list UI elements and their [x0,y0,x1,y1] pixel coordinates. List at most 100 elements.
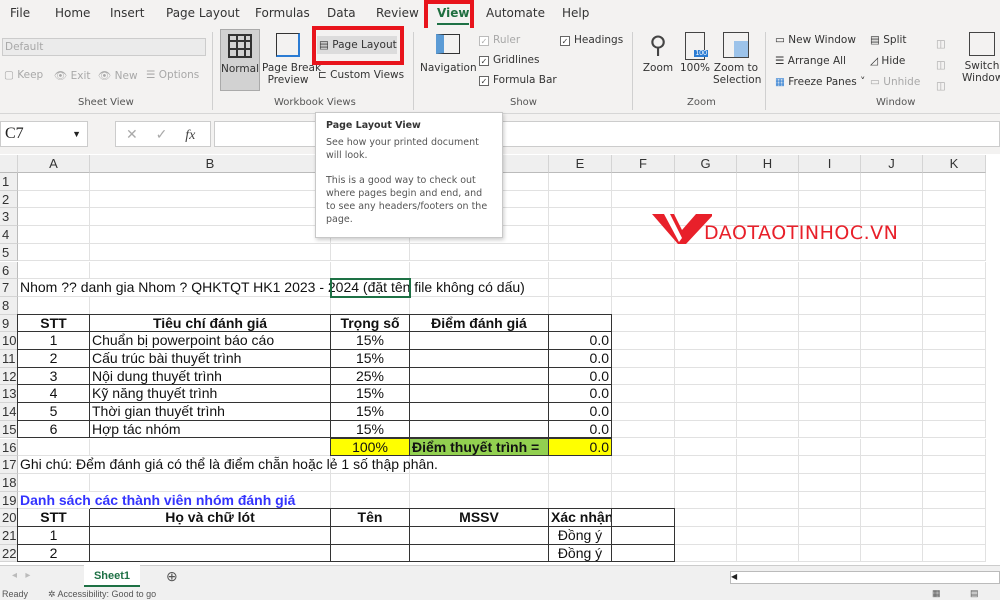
cell-E20[interactable]: Xác nhận [548,508,612,527]
cell-K2[interactable] [923,190,986,209]
cell-J12[interactable] [861,367,923,386]
cell-B22[interactable] [89,543,331,563]
cell-I13[interactable] [799,385,861,404]
cell-C6[interactable] [331,261,410,280]
cell-K6[interactable] [923,261,986,280]
new-button[interactable]: 👁 New [98,69,138,82]
cell-F13[interactable] [612,385,675,404]
cell-I11[interactable] [799,350,861,368]
cell-E5[interactable] [549,243,612,262]
cell-E14[interactable]: 0.0 [548,402,612,421]
cell-E1[interactable] [549,173,612,191]
normal-view-status-icon[interactable]: ▦ [932,588,941,599]
cell-F21[interactable] [612,527,675,545]
cell-C8[interactable] [331,296,410,315]
cell-B12[interactable]: Nội dung thuyết trình [89,366,331,386]
cell-A9[interactable]: STT [17,313,90,333]
ruler-checkbox[interactable]: ✓ Ruler [479,34,520,46]
cell-F17[interactable] [612,456,675,474]
cell-D11[interactable] [409,349,549,368]
row-header-16[interactable]: 16 [0,438,18,457]
hide-button[interactable]: ◿ Hide [870,55,905,67]
cell-E8[interactable] [549,296,612,315]
cell-A3[interactable] [18,208,90,227]
cell-J18[interactable] [861,473,923,492]
sheet-tab-sheet1[interactable]: Sheet1 [84,565,140,587]
cell-B6[interactable] [90,261,331,280]
cell-K8[interactable] [923,296,986,315]
cell-I19[interactable] [799,491,861,510]
exit-button[interactable]: 👁 Exit [54,69,91,82]
row-header-5[interactable]: 5 [0,243,18,262]
row-header-10[interactable]: 10 [0,332,18,350]
cell-D14[interactable] [409,402,549,421]
cell-E22[interactable]: Đồng ý [548,543,612,563]
cell-I15[interactable] [799,420,861,439]
row-header-11[interactable]: 11 [0,350,18,368]
column-header-J[interactable]: J [861,155,923,173]
arrange-all-button[interactable]: ☰ Arrange All [775,55,846,67]
cell-K17[interactable] [923,456,986,474]
cell-K21[interactable] [923,527,986,545]
cell-I18[interactable] [799,473,861,492]
cell-F16[interactable] [612,438,675,457]
row-header-20[interactable]: 20 [0,509,18,527]
cell-B3[interactable] [90,208,331,227]
cell-J5[interactable] [861,243,923,262]
cell-K5[interactable] [923,243,986,262]
row-header-2[interactable]: 2 [0,190,18,209]
cell-E15[interactable]: 0.0 [548,419,612,439]
cell-C21[interactable] [330,526,410,545]
enter-icon[interactable]: ✓ [156,126,168,142]
cell-K3[interactable] [923,208,986,227]
cell-J10[interactable] [861,332,923,350]
page-break-preview-button[interactable]: Page Break Preview [262,29,321,91]
cell-B18[interactable] [90,473,331,492]
row-header-22[interactable]: 22 [0,544,18,563]
cell-K13[interactable] [923,385,986,404]
cell-H5[interactable] [737,243,799,262]
cell-F15[interactable] [612,420,675,439]
cell-A18[interactable] [18,473,90,492]
cell-I5[interactable] [799,243,861,262]
normal-view-button[interactable]: Normal [220,29,260,91]
split-button[interactable]: ▤ Split [870,34,907,46]
cell-B14[interactable]: Thời gian thuyết trình [89,402,331,421]
cell-G16[interactable] [675,438,737,457]
cell-A4[interactable] [18,226,90,244]
cell-F14[interactable] [612,403,675,421]
row-header-17[interactable]: 17 [0,456,18,474]
freeze-panes-button[interactable]: ▦ Freeze Panes ˅ [775,76,865,88]
cell-K4[interactable] [923,226,986,244]
cell-B1[interactable] [90,173,331,191]
column-header-G[interactable]: G [675,155,737,173]
cell-E2[interactable] [549,190,612,209]
cell-A6[interactable] [18,261,90,280]
cell-K14[interactable] [923,403,986,421]
cell-K9[interactable] [923,314,986,333]
cell-D9[interactable]: Điểm đánh giá [409,313,549,333]
cell-G6[interactable] [675,261,737,280]
keep-button[interactable]: ▢ Keep [4,69,43,81]
cell-E16[interactable]: 0.0 [548,437,612,457]
cell-A1[interactable] [18,173,90,191]
cell-B10[interactable]: Chuẩn bị powerpoint báo cáo [89,331,331,350]
cell-A11[interactable]: 2 [17,349,90,368]
options-button[interactable]: ☰ Options [146,69,199,81]
cell-H16[interactable] [737,438,799,457]
cell-E10[interactable]: 0.0 [548,331,612,350]
cell-C18[interactable] [331,473,410,492]
cell-A17[interactable]: Ghi chú: Đểm đánh giá có thể là điểm chẵ… [18,456,438,474]
cell-B9[interactable]: Tiêu chí đánh giá [89,313,331,333]
cell-B4[interactable] [90,226,331,244]
cell-F10[interactable] [612,332,675,350]
tab-review[interactable]: Review [376,6,419,20]
cell-G14[interactable] [675,403,737,421]
add-sheet-button[interactable]: ⊕ [166,568,178,585]
cell-F7[interactable] [612,279,675,297]
cell-A12[interactable]: 3 [17,366,90,386]
cell-K12[interactable] [923,367,986,386]
cell-J6[interactable] [861,261,923,280]
cell-J11[interactable] [861,350,923,368]
cell-B13[interactable]: Kỹ năng thuyết trình [89,384,331,404]
